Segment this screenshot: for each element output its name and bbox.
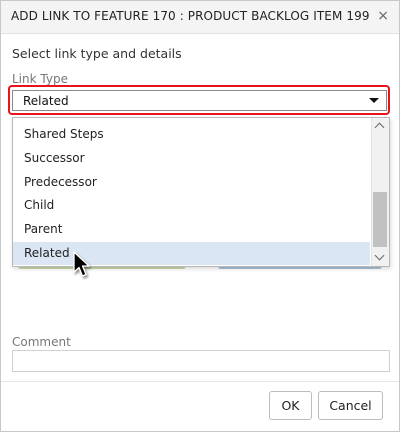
dropdown-scrollbar[interactable] — [371, 118, 389, 266]
link-type-label: Link Type — [12, 72, 68, 86]
add-link-dialog: ADD LINK TO FEATURE 170 : PRODUCT BACKLO… — [0, 0, 400, 432]
dropdown-option-predecessor[interactable]: Predecessor — [13, 171, 370, 194]
mouse-cursor-icon — [73, 251, 90, 277]
chevron-up-icon — [374, 122, 385, 133]
comment-label: Comment — [12, 335, 71, 349]
dropdown-option-child[interactable]: Child — [13, 194, 370, 217]
cancel-button[interactable]: Cancel — [318, 391, 383, 420]
dropdown-option-parent[interactable]: Parent — [13, 218, 370, 241]
dropdown-option-shared-steps[interactable]: Shared Steps — [13, 123, 370, 146]
dropdown-option-successor[interactable]: Successor — [13, 147, 370, 170]
scrollbar-thumb[interactable] — [373, 192, 387, 247]
footer-divider — [1, 381, 399, 382]
link-type-dropdown-list: Shared Steps Successor Predecessor Child… — [12, 117, 390, 267]
dialog-titlebar: ADD LINK TO FEATURE 170 : PRODUCT BACKLO… — [1, 1, 399, 34]
close-icon[interactable]: × — [377, 8, 389, 24]
comment-input[interactable] — [12, 350, 390, 372]
dropdown-option-related[interactable]: Related — [13, 242, 370, 265]
link-type-select[interactable]: Related — [12, 90, 387, 111]
caret-down-icon — [369, 98, 379, 103]
scroll-up-button[interactable] — [372, 118, 389, 135]
link-type-selected-value: Related — [23, 94, 69, 108]
chevron-down-icon — [374, 250, 385, 261]
ok-button[interactable]: OK — [269, 391, 312, 420]
scroll-down-button[interactable] — [372, 249, 389, 266]
dialog-subtitle: Select link type and details — [12, 46, 182, 61]
dialog-title: ADD LINK TO FEATURE 170 : PRODUCT BACKLO… — [11, 9, 370, 23]
